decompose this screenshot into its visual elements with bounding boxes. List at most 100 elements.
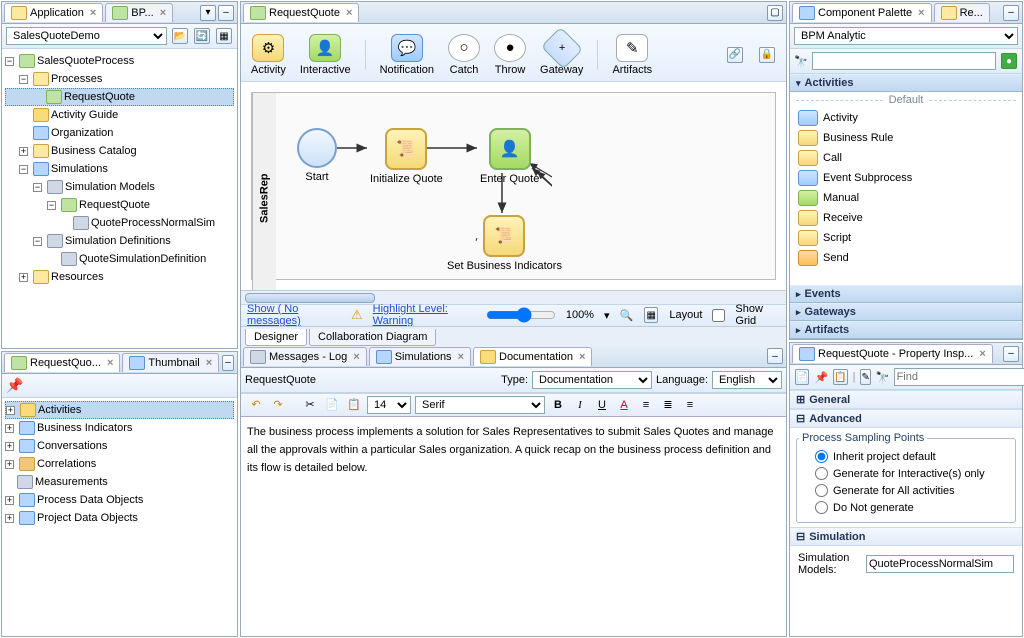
filter-icon[interactable]: ▦ (216, 28, 232, 44)
tool-activity[interactable]: ⚙Activity (251, 34, 286, 76)
section-gateways[interactable]: ▸Gateways (790, 303, 1022, 321)
minimize-icon[interactable]: – (767, 348, 783, 364)
tab-collaboration[interactable]: Collaboration Diagram (309, 329, 436, 346)
tab-request-quote-editor[interactable]: RequestQuote× (243, 3, 359, 22)
lock-icon[interactable]: 🔒 (759, 47, 775, 63)
edit-icon[interactable]: ✎ (860, 369, 870, 385)
palette-item-send[interactable]: Send (790, 248, 1022, 268)
radio-all[interactable]: Generate for All activities (799, 482, 1013, 499)
font-size-select[interactable]: 14 (367, 396, 411, 414)
doc-editor[interactable]: The business process implements a soluti… (241, 416, 786, 637)
node-start[interactable]: Start (297, 128, 337, 183)
expand-icon[interactable]: + (5, 514, 14, 523)
tool-interactive[interactable]: 👤Interactive (300, 34, 351, 76)
tab-resources[interactable]: Re... (934, 3, 990, 22)
add-icon[interactable]: ● (1001, 53, 1017, 69)
chevron-down-icon[interactable]: ▾ (200, 5, 216, 21)
tab-component-palette[interactable]: Component Palette× (792, 3, 932, 22)
radio-input[interactable] (815, 450, 828, 463)
diagram-canvas[interactable]: SalesRep Start 📜Initialize Quote 👤Enter … (251, 92, 776, 280)
tab-simulations[interactable]: Simulations× (369, 347, 471, 366)
palette-item-receive[interactable]: Receive (790, 208, 1022, 228)
expand-icon[interactable]: + (5, 424, 14, 433)
node-set-business-indicators[interactable]: 📜Set Business Indicators (447, 215, 562, 272)
close-icon[interactable]: × (160, 7, 166, 19)
tab-designer[interactable]: Designer (245, 329, 307, 346)
collapse-icon[interactable]: − (19, 75, 28, 84)
radio-inherit[interactable]: Inherit project default (799, 448, 1013, 465)
prop-icon-2[interactable]: 📋 (833, 369, 847, 385)
tool-notification[interactable]: 💬Notification (380, 34, 434, 76)
layout-config-icon[interactable]: ▦ (644, 307, 658, 323)
doc-lang-select[interactable]: English (712, 371, 782, 389)
section-simulation[interactable]: ⊟Simulation (790, 527, 1022, 546)
tab-request-quote-struct[interactable]: RequestQuo...× (4, 353, 120, 372)
tool-catch[interactable]: ○Catch (448, 34, 480, 76)
close-icon[interactable]: × (353, 351, 359, 363)
close-icon[interactable]: × (346, 7, 352, 19)
pin-icon[interactable]: 📌 (814, 371, 828, 384)
paste-icon[interactable]: 📋 (345, 396, 363, 414)
highlight-level-link[interactable]: Highlight Level: Warning (373, 303, 476, 327)
structure-tree[interactable]: +Activities +Business Indicators +Conver… (2, 398, 237, 636)
pin-icon[interactable]: 📌 (6, 377, 23, 394)
maximize-icon[interactable]: ▢ (767, 5, 783, 21)
palette-item-call[interactable]: Call (790, 148, 1022, 168)
minimize-icon[interactable]: – (1003, 346, 1019, 362)
expand-icon[interactable]: + (5, 442, 14, 451)
tab-application[interactable]: Application× (4, 3, 103, 22)
italic-button[interactable]: I (571, 396, 589, 414)
tool-throw[interactable]: ●Throw (494, 34, 526, 76)
prop-icon-1[interactable]: 📄 (795, 369, 809, 385)
close-icon[interactable]: × (90, 7, 96, 19)
section-general[interactable]: ⊞General (790, 390, 1022, 409)
minimize-icon[interactable]: – (222, 355, 234, 371)
align-center-button[interactable]: ≣ (659, 396, 677, 414)
tab-bp[interactable]: BP...× (105, 3, 173, 22)
tab-messages-log[interactable]: Messages - Log× (243, 347, 367, 366)
bold-button[interactable]: B (549, 396, 567, 414)
palette-item-activity[interactable]: Activity (790, 108, 1022, 128)
align-left-button[interactable]: ≡ (637, 396, 655, 414)
collapse-icon[interactable]: − (5, 57, 14, 66)
palette-item-script[interactable]: Script (790, 228, 1022, 248)
radio-interactive[interactable]: Generate for Interactive(s) only (799, 465, 1013, 482)
copy-icon[interactable]: 📄 (323, 396, 341, 414)
show-grid-checkbox[interactable] (712, 309, 725, 322)
lane-salesrep[interactable]: SalesRep (252, 93, 276, 290)
underline-button[interactable]: U (593, 396, 611, 414)
redo-icon[interactable]: ↷ (269, 396, 287, 414)
minimize-icon[interactable]: – (1003, 5, 1019, 21)
section-events[interactable]: ▸Events (790, 285, 1022, 303)
collapse-icon[interactable]: − (33, 183, 42, 192)
open-folder-icon[interactable]: 📂 (172, 28, 188, 44)
undo-icon[interactable]: ↶ (247, 396, 265, 414)
tool-artifacts[interactable]: ✎Artifacts (612, 34, 652, 76)
palette-item-manual[interactable]: Manual (790, 188, 1022, 208)
expand-icon[interactable]: + (5, 460, 14, 469)
project-selector[interactable]: SalesQuoteDemo (6, 27, 167, 45)
palette-category-select[interactable]: BPM Analytic (794, 27, 1018, 45)
expand-icon[interactable]: + (19, 273, 28, 282)
collapse-icon[interactable]: − (19, 165, 28, 174)
find-input[interactable] (894, 368, 1024, 386)
collapse-icon[interactable]: − (47, 201, 56, 210)
palette-item-business-rule[interactable]: Business Rule (790, 128, 1022, 148)
close-icon[interactable]: × (206, 357, 212, 369)
doc-type-select[interactable]: Documentation (532, 371, 652, 389)
font-color-button[interactable]: A (615, 396, 633, 414)
tab-thumbnail[interactable]: Thumbnail× (122, 353, 219, 372)
collapse-icon[interactable]: − (33, 237, 42, 246)
palette-item-event-subprocess[interactable]: Event Subprocess (790, 168, 1022, 188)
expand-icon[interactable]: + (19, 147, 28, 156)
tab-documentation[interactable]: Documentation× (473, 347, 592, 366)
canvas-hscroll[interactable] (241, 290, 786, 304)
palette-search-input[interactable] (812, 52, 996, 70)
close-icon[interactable]: × (107, 357, 113, 369)
font-family-select[interactable]: Serif (415, 396, 545, 414)
radio-input[interactable] (815, 467, 828, 480)
close-icon[interactable]: × (979, 348, 985, 360)
minimize-icon[interactable]: – (218, 5, 234, 21)
cut-icon[interactable]: ✂ (301, 396, 319, 414)
close-icon[interactable]: × (579, 351, 585, 363)
